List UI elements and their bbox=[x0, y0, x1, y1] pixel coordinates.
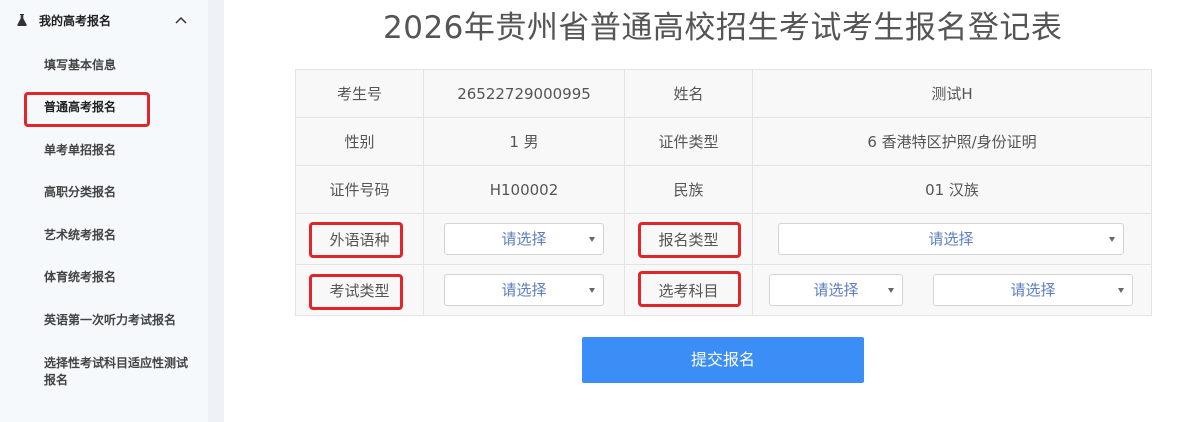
table-row: 外语语种 请选择 报名类型 请选择 bbox=[295, 213, 1152, 265]
language-label: 外语语种 bbox=[295, 213, 424, 265]
id-no-label: 证件号码 bbox=[295, 165, 424, 214]
sidebar-group-header[interactable]: 我的高考报名 bbox=[0, 0, 208, 42]
subject-select-1-value: 请选择 bbox=[813, 281, 859, 299]
page-title: 2026年贵州省普通高校招生考试考生报名登记表 bbox=[383, 10, 1063, 46]
dropdown-caret-icon bbox=[1109, 237, 1115, 242]
exam-no-value: 26522729000995 bbox=[423, 69, 625, 118]
flask-icon bbox=[17, 14, 27, 26]
subject-cell: 请选择 请选择 bbox=[752, 264, 1152, 316]
exam-type-cell: 请选择 bbox=[423, 264, 625, 316]
chevron-up-icon[interactable] bbox=[175, 16, 187, 24]
sidebar-item-sports[interactable]: 体育统考报名 bbox=[44, 269, 194, 286]
id-type-value: 6 香港特区护照/身份证明 bbox=[752, 117, 1152, 166]
subject-label: 选考科目 bbox=[624, 264, 753, 316]
id-type-label: 证件类型 bbox=[624, 117, 753, 166]
id-no-value: H100002 bbox=[423, 165, 625, 214]
subject-select-2-value: 请选择 bbox=[1010, 281, 1056, 299]
language-select[interactable]: 请选择 bbox=[444, 223, 604, 255]
reg-type-select[interactable]: 请选择 bbox=[778, 223, 1124, 255]
exam-type-label: 考试类型 bbox=[295, 264, 424, 316]
subject-select-1[interactable]: 请选择 bbox=[769, 274, 903, 306]
sidebar-divider bbox=[208, 0, 224, 422]
gender-value: 1 男 bbox=[423, 117, 625, 166]
exam-type-select-value: 请选择 bbox=[501, 281, 547, 299]
reg-type-cell: 请选择 bbox=[752, 213, 1152, 265]
sidebar: 我的高考报名 填写基本信息 普通高考报名 单考单招报名 高职分类报名 艺术统考报… bbox=[0, 0, 208, 422]
dropdown-caret-icon bbox=[589, 288, 595, 293]
reg-type-label: 报名类型 bbox=[624, 213, 753, 265]
dropdown-caret-icon bbox=[888, 288, 894, 293]
table-row: 考生号 26522729000995 姓名 测试H bbox=[295, 69, 1152, 118]
sidebar-item-general-exam[interactable]: 普通高考报名 bbox=[44, 99, 194, 116]
sidebar-item-basic-info[interactable]: 填写基本信息 bbox=[44, 57, 194, 74]
gender-label: 性别 bbox=[295, 117, 424, 166]
language-select-value: 请选择 bbox=[501, 230, 547, 248]
ethnicity-value: 01 汉族 bbox=[752, 165, 1152, 214]
table-row: 性别 1 男 证件类型 6 香港特区护照/身份证明 bbox=[295, 117, 1152, 166]
sidebar-group-title: 我的高考报名 bbox=[39, 14, 112, 28]
table-row: 证件号码 H100002 民族 01 汉族 bbox=[295, 165, 1152, 214]
dropdown-caret-icon bbox=[589, 237, 595, 242]
name-value: 测试H bbox=[752, 69, 1152, 118]
sidebar-item-vocational[interactable]: 高职分类报名 bbox=[44, 184, 194, 201]
name-label: 姓名 bbox=[624, 69, 753, 118]
sidebar-item-adaptive-test[interactable]: 选择性考试科目适应性测试报名 bbox=[44, 355, 194, 389]
sidebar-item-art[interactable]: 艺术统考报名 bbox=[44, 227, 194, 244]
table-row: 考试类型 请选择 选考科目 请选择 请选择 bbox=[295, 264, 1152, 316]
reg-type-select-value: 请选择 bbox=[928, 230, 974, 248]
subject-select-2[interactable]: 请选择 bbox=[933, 274, 1133, 306]
sidebar-item-single-exam[interactable]: 单考单招报名 bbox=[44, 142, 194, 159]
registration-form-table: 考生号 26522729000995 姓名 测试H 性别 1 男 证件类型 6 … bbox=[295, 69, 1152, 316]
exam-type-select[interactable]: 请选择 bbox=[444, 274, 604, 306]
submit-button[interactable]: 提交报名 bbox=[582, 337, 864, 383]
dropdown-caret-icon bbox=[1118, 288, 1124, 293]
ethnicity-label: 民族 bbox=[624, 165, 753, 214]
sidebar-item-english-listening[interactable]: 英语第一次听力考试报名 bbox=[44, 312, 194, 329]
exam-no-label: 考生号 bbox=[295, 69, 424, 118]
language-cell: 请选择 bbox=[423, 213, 625, 265]
